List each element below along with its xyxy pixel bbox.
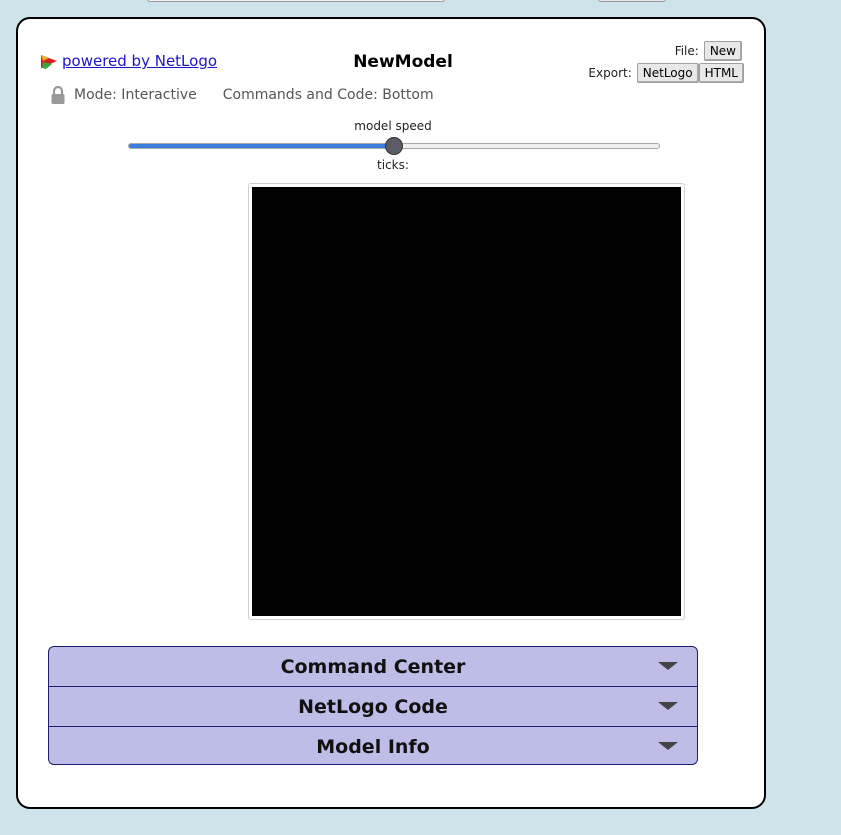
top-button-stub [598,0,666,2]
top-input-stub [147,0,445,2]
export-label: Export: [588,66,632,80]
drawer-label: NetLogo Code [298,695,448,718]
export-html-button[interactable]: HTML [698,63,744,83]
model-info-drawer[interactable]: Model Info [49,726,697,764]
powered-by-netlogo-link[interactable]: powered by NetLogo [40,52,217,70]
export-controls: Export: NetLogo HTML [588,63,744,83]
model-speed-slider[interactable] [128,137,660,155]
world-view-container [248,183,685,620]
slider-thumb[interactable] [385,137,403,155]
file-label: File: [674,44,699,58]
new-file-button[interactable]: New [703,41,742,61]
chevron-down-icon [658,662,678,670]
file-controls: File: New [675,41,742,61]
slider-fill [129,144,394,148]
netlogo-code-drawer[interactable]: NetLogo Code [49,686,697,726]
drawer-label: Command Center [280,655,466,678]
world-view[interactable] [252,187,681,616]
powered-by-label[interactable]: powered by NetLogo [62,52,217,70]
ticks-label: ticks: [377,158,409,172]
mode-label: Mode: Interactive [74,87,197,103]
commands-code-position-label[interactable]: Commands and Code: Bottom [223,87,434,103]
netlogo-model-frame: powered by NetLogo NewModel File: New Ex… [16,17,766,809]
drawer-label: Model Info [316,735,430,758]
lock-icon[interactable] [50,85,66,105]
mode-bar: Mode: Interactive Commands and Code: Bot… [50,85,434,105]
model-title: NewModel [353,52,453,72]
model-speed-label: model speed [354,119,432,133]
netlogo-logo-icon [41,55,57,69]
bottom-drawers: Command Center NetLogo Code Model Info [48,646,698,765]
command-center-drawer[interactable]: Command Center [49,647,697,686]
chevron-down-icon [658,702,678,710]
export-netlogo-button[interactable]: NetLogo [636,63,699,83]
chevron-down-icon [658,742,678,750]
